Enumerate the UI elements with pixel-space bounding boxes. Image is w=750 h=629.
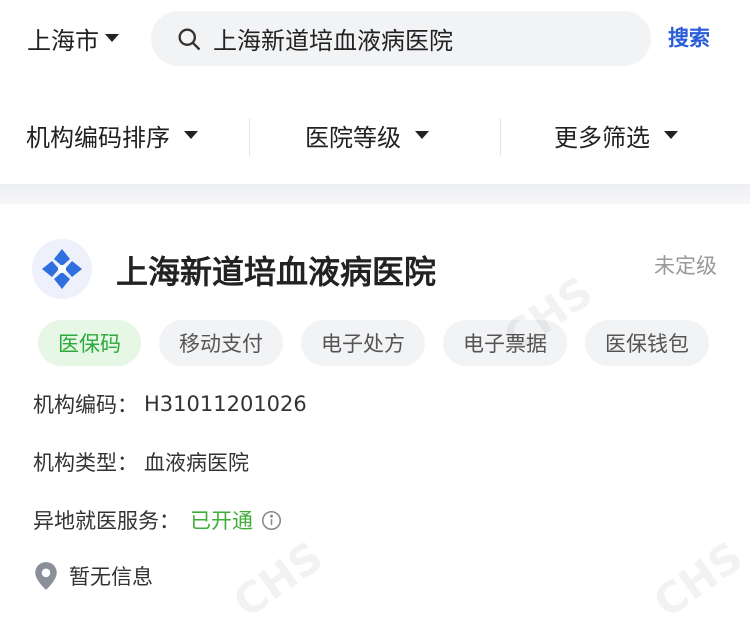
tag-e-receipt: 电子票据 [443,320,567,366]
search-input[interactable] [213,24,633,53]
institution-type-row: 机构类型： 血液病医院 [33,447,249,477]
chevron-down-icon [415,131,429,139]
hospital-name: 上海新道培血液病医院 [116,253,437,291]
service-tags: 医保码 移动支付 电子处方 电子票据 医保钱包 [38,320,727,366]
chevron-down-icon [105,34,119,42]
location-text: 暂无信息 [69,565,153,589]
filter-label: 更多筛选 [554,123,650,152]
tag-mobile-payment: 移动支付 [159,320,283,366]
watermark: CHS [224,531,332,628]
city-label: 上海市 [27,26,99,55]
location-row: 暂无信息 [33,561,153,591]
hospital-level-badge: 未定级 [654,254,717,278]
filter-label: 医院等级 [305,123,401,152]
section-separator [0,184,750,204]
remote-service-status: 已开通 [190,509,253,533]
search-button[interactable]: 搜索 [668,20,710,56]
filter-bar: 机构编码排序 医院等级 更多筛选 [0,112,750,158]
institution-type-value: 血液病医院 [144,451,249,475]
institution-code-row: 机构编码： H31011201026 [33,389,307,419]
institution-code-value: H31011201026 [144,392,307,416]
hospital-logo-icon [32,239,92,299]
filter-hospital-level[interactable]: 医院等级 [305,112,429,158]
filter-sort-by-code[interactable]: 机构编码排序 [26,112,198,158]
tag-e-prescription: 电子处方 [301,320,425,366]
tag-insurance-wallet: 医保钱包 [585,320,709,366]
filter-more[interactable]: 更多筛选 [554,112,678,158]
watermark: CHS [644,531,750,628]
remote-service-label: 异地就医服务： [33,509,180,533]
filter-label: 机构编码排序 [26,123,170,152]
divider [500,118,501,156]
tag-medical-insurance-code: 医保码 [38,320,141,366]
chevron-down-icon [184,131,198,139]
institution-type-label: 机构类型： [33,451,138,475]
remote-service-row: 异地就医服务： 已开通 [33,505,282,535]
divider [249,118,250,156]
institution-code-label: 机构编码： [33,393,138,417]
city-selector[interactable]: 上海市 [27,20,119,56]
search-icon [178,28,201,50]
top-bar: 上海市 搜索 [0,0,750,76]
location-pin-icon [35,562,57,590]
chevron-down-icon [664,131,678,139]
info-icon[interactable] [261,510,282,531]
search-box[interactable] [151,11,651,66]
